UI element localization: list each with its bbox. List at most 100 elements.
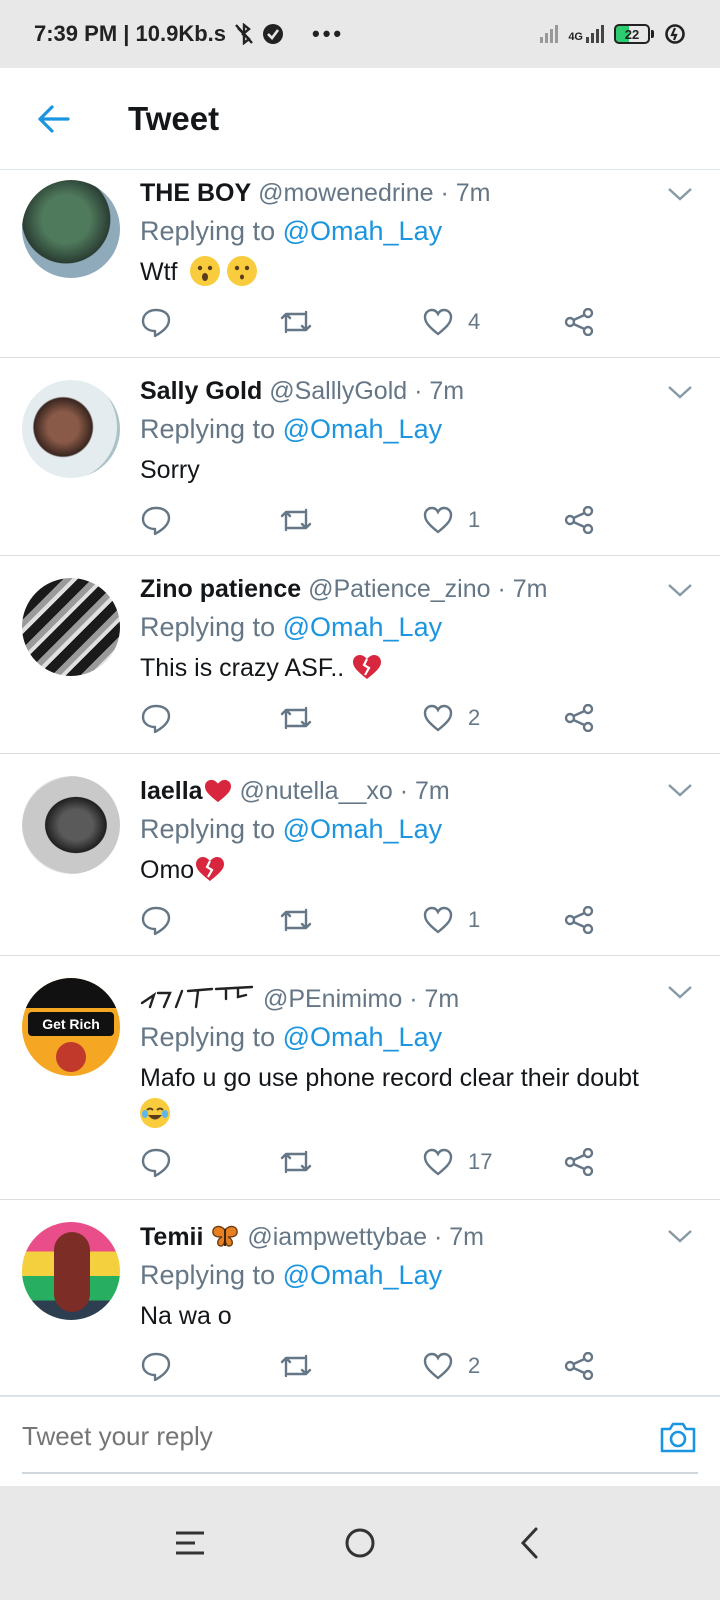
user-handle[interactable]: @mowenedrine <box>258 179 433 207</box>
avatar[interactable] <box>22 1222 120 1320</box>
user-handle[interactable]: @SalllyGold <box>269 377 407 405</box>
reply-input[interactable] <box>22 1421 622 1452</box>
back-button[interactable] <box>28 94 78 144</box>
battery-icon: 22 <box>614 24 654 44</box>
recents-button[interactable] <box>160 1513 220 1573</box>
mention-link[interactable]: @Omah_Lay <box>283 1022 442 1052</box>
mention-link[interactable]: @Omah_Lay <box>283 814 442 844</box>
like-button[interactable]: 2 <box>422 1351 480 1381</box>
like-button[interactable]: 4 <box>422 307 480 337</box>
heart-icon <box>423 506 453 534</box>
retweet-icon <box>280 1150 312 1174</box>
share-button[interactable] <box>564 1352 594 1380</box>
signal-4g-icon: 4G <box>568 25 604 43</box>
chevron-down-icon[interactable] <box>666 780 694 800</box>
retweet-button[interactable] <box>278 704 314 732</box>
user-handle[interactable]: @Patience_zino <box>308 575 490 603</box>
tweet-item[interactable]: Sally Gold @SalllyGold · 7m Replying to … <box>0 358 720 556</box>
share-button[interactable] <box>564 906 594 934</box>
system-back-button[interactable] <box>500 1513 560 1573</box>
retweet-button[interactable] <box>278 1148 314 1176</box>
chevron-down-icon[interactable] <box>666 580 694 600</box>
tweet-text-content: This is crazy ASF.. <box>140 654 345 682</box>
comment-icon <box>141 506 171 536</box>
share-button[interactable] <box>564 704 594 732</box>
tweet-time: · 7m <box>497 575 548 603</box>
tweet-text: This is crazy ASF.. <box>140 650 692 686</box>
mention-link[interactable]: @Omah_Lay <box>283 414 442 444</box>
display-name[interactable]: THE BOY <box>140 179 251 207</box>
red-heart-emoji-icon <box>204 779 231 803</box>
avatar[interactable] <box>22 578 120 676</box>
like-count: 1 <box>468 507 481 532</box>
status-left: 7:39 PM | 10.9Kb.s ••• <box>34 21 344 47</box>
tweet-header: Zino patience @Patience_zino · 7m <box>140 570 692 608</box>
mention-link[interactable]: @Omah_Lay <box>283 612 442 642</box>
tweet-item[interactable]: Zino patience @Patience_zino · 7m Replyi… <box>0 556 720 754</box>
heart-icon <box>423 704 453 732</box>
avatar[interactable] <box>22 776 120 874</box>
broken-heart-emoji-icon <box>196 857 225 881</box>
avatar-text: Get Rich <box>28 1012 114 1036</box>
signal-icon <box>540 25 559 43</box>
tweet-header: THE BOY @mowenedrine · 7m <box>140 174 692 212</box>
chevron-down-icon[interactable] <box>666 184 694 204</box>
menu-lines-icon <box>176 1531 204 1555</box>
avatar[interactable] <box>22 180 120 278</box>
heart-icon <box>423 308 453 336</box>
share-icon <box>564 1352 594 1380</box>
like-button[interactable]: 17 <box>422 1147 492 1177</box>
reply-button[interactable] <box>140 702 172 734</box>
reply-button[interactable] <box>140 306 172 338</box>
reply-button[interactable] <box>140 504 172 536</box>
retweet-button[interactable] <box>278 906 314 934</box>
retweet-button[interactable] <box>278 308 314 336</box>
retweet-button[interactable] <box>278 1352 314 1380</box>
user-handle[interactable]: @PEnimimo <box>263 985 402 1013</box>
retweet-icon <box>280 1354 312 1378</box>
avatar[interactable]: Get Rich <box>22 978 120 1076</box>
mention-link[interactable]: @Omah_Lay <box>283 1260 442 1290</box>
home-button[interactable] <box>330 1513 390 1573</box>
chevron-down-icon[interactable] <box>666 982 694 1002</box>
like-button[interactable]: 2 <box>422 703 480 733</box>
camera-button[interactable] <box>658 1419 698 1460</box>
chevron-down-icon[interactable] <box>666 1226 694 1246</box>
share-icon <box>564 308 594 336</box>
status-bar: 7:39 PM | 10.9Kb.s ••• 4G 22 <box>0 0 720 68</box>
share-icon <box>564 506 594 534</box>
tweet-item[interactable]: Get Rich @PEnimimo · 7m Replying to @Oma… <box>0 956 720 1200</box>
like-button[interactable]: 1 <box>422 905 480 935</box>
reply-button[interactable] <box>140 1350 172 1382</box>
share-button[interactable] <box>564 308 594 336</box>
tweet-time: · 7m <box>409 985 460 1013</box>
tweet-item[interactable]: THE BOY @mowenedrine · 7m Replying to @O… <box>0 170 720 358</box>
reply-button[interactable] <box>140 904 172 936</box>
chevron-down-icon[interactable] <box>666 382 694 402</box>
tweet-text-content: Omo <box>140 856 195 884</box>
user-handle[interactable]: @iampwettybae <box>247 1223 427 1251</box>
share-button[interactable] <box>564 506 594 534</box>
replying-to: Replying to @Omah_Lay <box>140 1256 692 1294</box>
retweet-icon <box>280 508 312 532</box>
like-button[interactable]: 1 <box>422 505 480 535</box>
display-name[interactable]: Zino patience <box>140 575 301 603</box>
tweet-header: laella @nutella__xo · 7m <box>140 772 692 810</box>
tweet-text: Wtf <box>140 254 692 290</box>
user-handle[interactable]: @nutella__xo <box>240 777 393 805</box>
replying-to: Replying to @Omah_Lay <box>140 608 692 646</box>
display-name[interactable]: laella <box>140 777 203 805</box>
avatar[interactable] <box>22 380 120 478</box>
display-name[interactable]: Sally Gold <box>140 377 262 405</box>
retweet-button[interactable] <box>278 506 314 534</box>
data-saver-icon <box>665 24 685 44</box>
reply-button[interactable] <box>140 1146 172 1178</box>
tweet-actions: 2 <box>140 698 720 738</box>
display-name[interactable]: Temii <box>140 1223 203 1251</box>
top-app-bar: Tweet <box>0 68 720 170</box>
mention-link[interactable]: @Omah_Lay <box>283 216 442 246</box>
share-button[interactable] <box>564 1148 594 1176</box>
tweet-item[interactable]: laella @nutella__xo · 7m Replying to @Om… <box>0 754 720 956</box>
status-time: 7:39 PM | 10.9Kb.s <box>34 21 227 46</box>
tweet-item[interactable]: Temii @iampwettybae · 7m Replying to @Om… <box>0 1200 720 1396</box>
